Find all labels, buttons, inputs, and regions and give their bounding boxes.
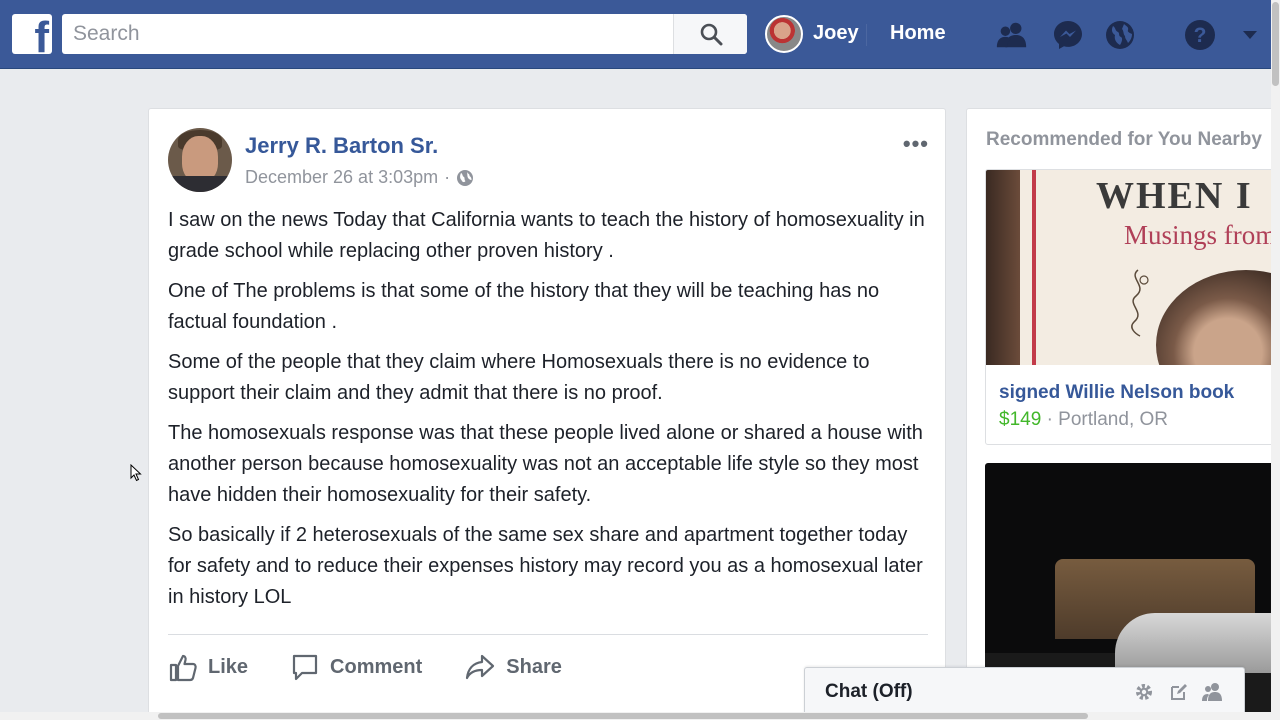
create-group-icon[interactable] [1201, 680, 1225, 704]
user-avatar[interactable] [765, 15, 803, 53]
post-paragraph: The homosexuals response was that these … [168, 422, 923, 506]
meta-separator: · [444, 167, 451, 187]
item-name[interactable]: signed Willie Nelson book [999, 382, 1234, 404]
svg-text:?: ? [1194, 24, 1207, 47]
account-menu-caret-icon[interactable] [1234, 18, 1266, 52]
recommendations-title: Recommended for You Nearby [986, 129, 1262, 150]
post-author-name[interactable]: Jerry R. Barton Sr. [245, 133, 438, 159]
post-actions: Like Comment Share [168, 647, 604, 687]
book-cover-subtitle: Musings from t [1124, 220, 1280, 250]
share-label: Share [506, 655, 562, 678]
actions-divider [168, 634, 928, 635]
marketplace-recommendations: Recommended for You Nearby WHEN I Musing… [966, 108, 1280, 720]
comment-bubble-icon [292, 654, 318, 681]
messenger-icon[interactable] [1051, 18, 1085, 52]
meta-separator: · [1046, 409, 1053, 430]
post-paragraph: Some of the people that they claim where… [168, 351, 870, 404]
book-cover-title: WHEN I [1096, 175, 1253, 217]
post-paragraph: One of The problems is that some of the … [168, 280, 880, 333]
help-icon[interactable]: ? [1183, 18, 1217, 52]
item-location: Portland, OR [1058, 409, 1168, 430]
post-timestamp[interactable]: December 26 at 3:03pm [245, 167, 438, 188]
public-globe-icon[interactable] [456, 169, 474, 187]
post-options-button[interactable]: ••• [903, 131, 929, 157]
item-price: $149 [999, 409, 1042, 430]
flourish-ornament-icon [1131, 269, 1149, 337]
facebook-logo[interactable]: f [12, 14, 52, 54]
horizontal-scroll-thumb[interactable] [158, 713, 1088, 719]
share-button[interactable]: Share [464, 652, 562, 682]
search-box [62, 14, 747, 54]
search-icon [700, 23, 722, 46]
book-cover-portrait [1156, 270, 1280, 365]
chat-status-label[interactable]: Chat (Off) [825, 681, 913, 703]
item-photo[interactable]: WHEN I Musings from t [986, 170, 1280, 365]
home-link[interactable]: Home [890, 22, 946, 45]
mouse-pointer-icon [130, 464, 142, 482]
search-input[interactable] [62, 14, 674, 54]
comment-button[interactable]: Comment [290, 652, 422, 682]
friend-requests-icon[interactable] [995, 18, 1029, 52]
post-metadata: December 26 at 3:03pm · [245, 167, 474, 188]
share-arrow-icon [466, 654, 495, 680]
settings-gear-icon[interactable] [1132, 680, 1156, 704]
nav-divider [866, 24, 867, 46]
vertical-scroll-thumb[interactable] [1272, 2, 1279, 86]
vertical-scrollbar[interactable] [1271, 0, 1280, 720]
search-button[interactable] [673, 14, 747, 54]
comment-label: Comment [330, 655, 423, 678]
like-button[interactable]: Like [168, 652, 248, 682]
news-feed-post: Jerry R. Barton Sr. December 26 at 3:03p… [148, 108, 946, 720]
post-paragraph: I saw on the news Today that California … [168, 209, 925, 262]
marketplace-item[interactable]: WHEN I Musings from t signed Willie Nels… [985, 169, 1280, 445]
item-meta: $149 · Portland, OR [999, 409, 1168, 431]
thumbs-up-icon [169, 654, 197, 682]
notifications-globe-icon[interactable] [1103, 18, 1137, 52]
new-message-icon[interactable] [1167, 680, 1191, 704]
post-paragraph: So basically if 2 heterosexuals of the s… [168, 524, 923, 608]
chat-bar[interactable]: Chat (Off) [804, 667, 1245, 716]
profile-link[interactable]: Joey [813, 22, 859, 45]
top-navigation-bar: f Joey Home [0, 0, 1280, 69]
horizontal-scrollbar[interactable] [0, 712, 1280, 720]
post-author-avatar[interactable] [168, 128, 232, 192]
like-label: Like [208, 655, 249, 678]
post-text: I saw on the news Today that California … [168, 205, 928, 622]
